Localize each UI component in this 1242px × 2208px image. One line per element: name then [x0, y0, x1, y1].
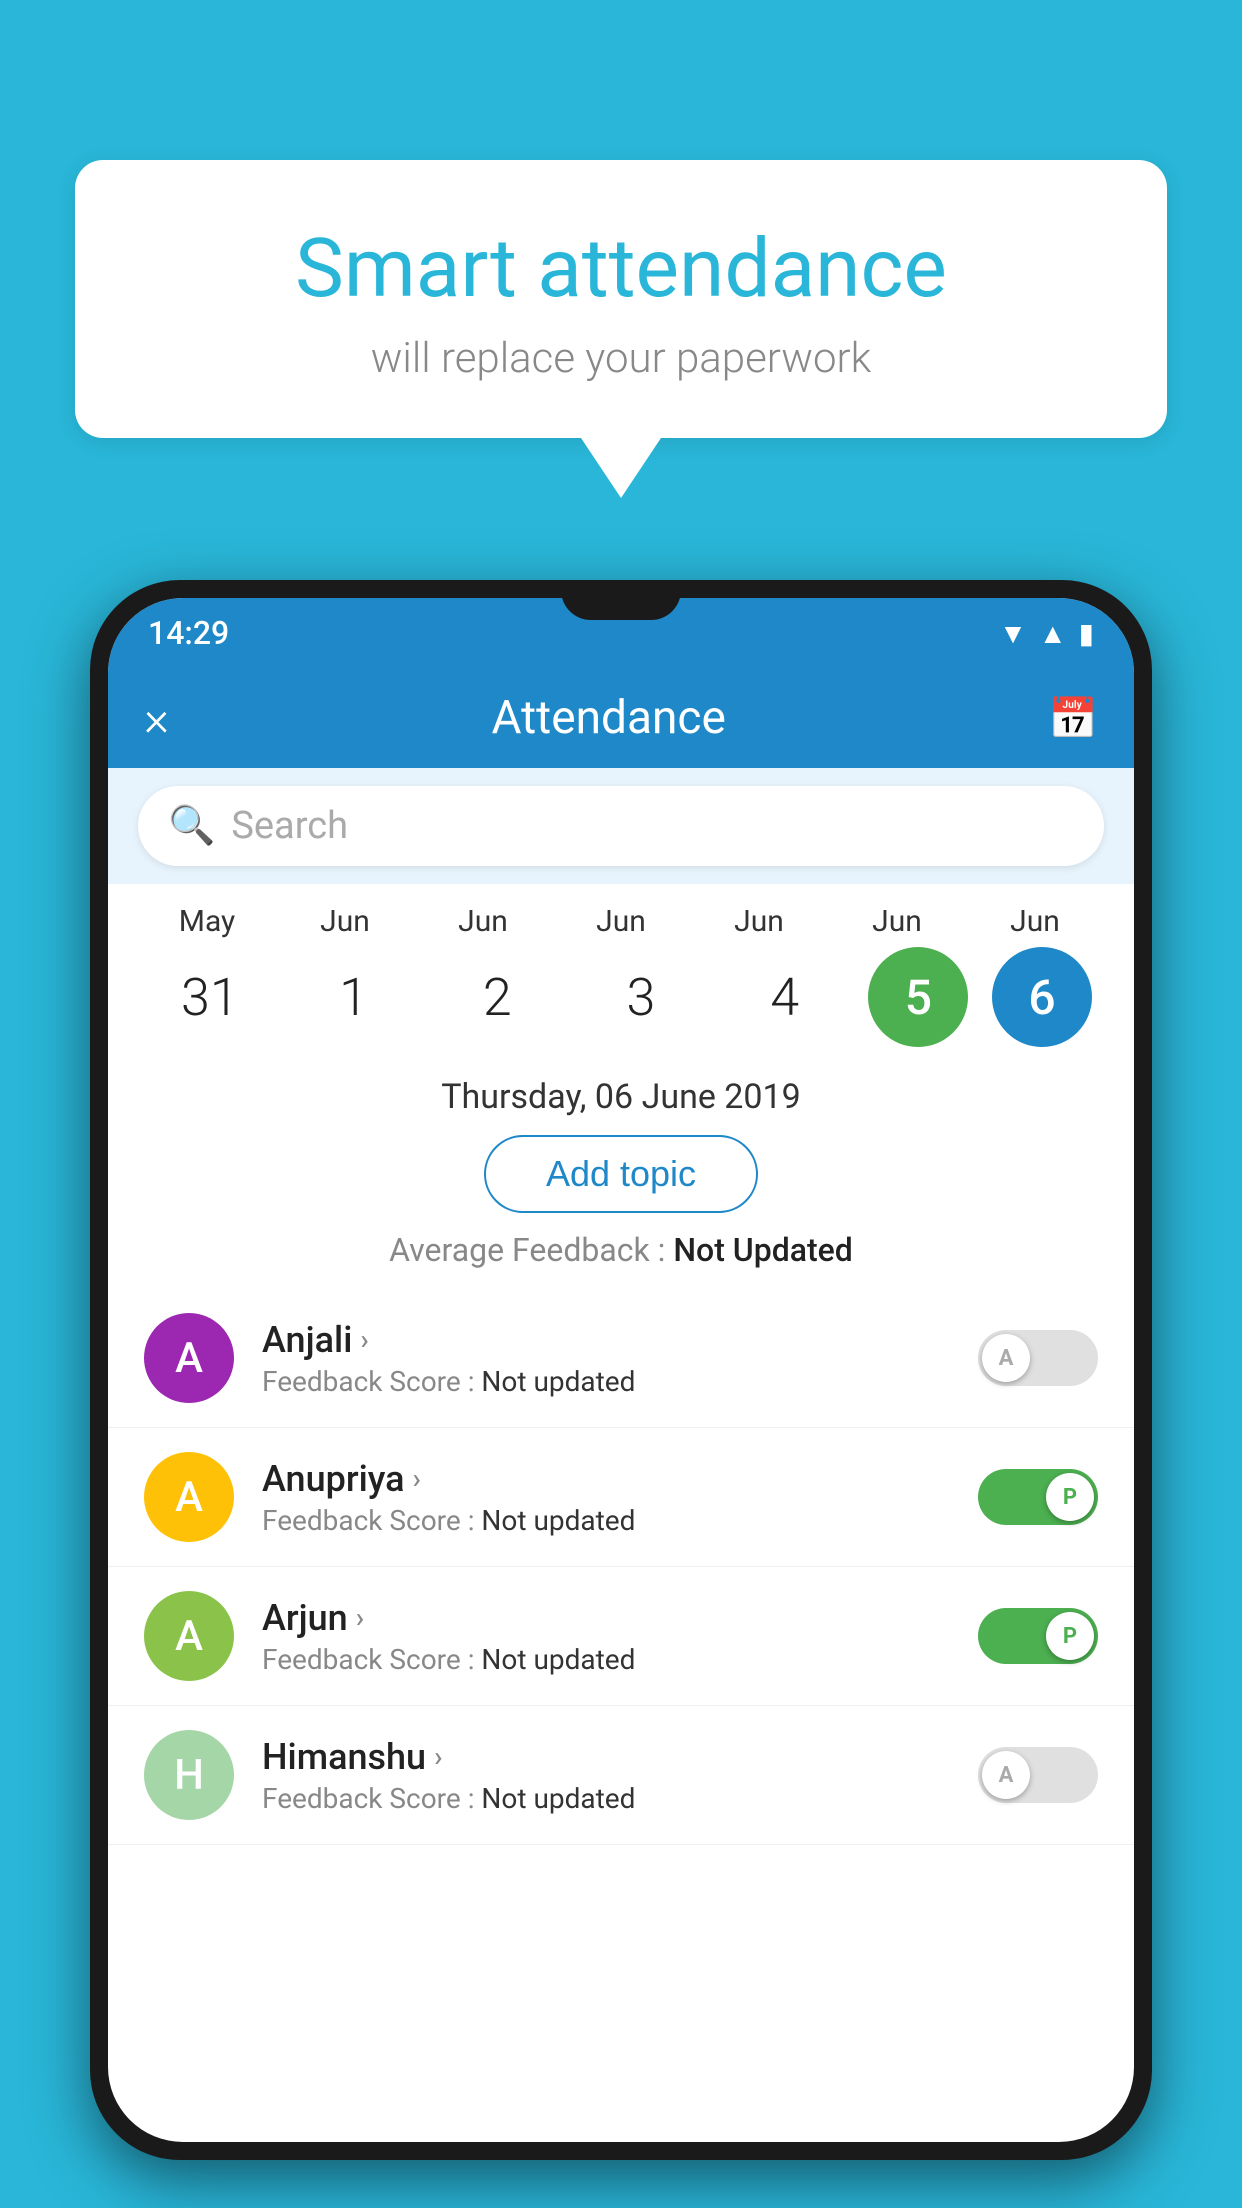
avg-feedback-value: Not Updated [673, 1231, 853, 1269]
chevron-icon-arjun: › [356, 1601, 364, 1634]
avatar-anjali: A [144, 1313, 234, 1403]
day-31[interactable]: 31 [150, 967, 270, 1028]
day-4[interactable]: 4 [725, 967, 845, 1028]
student-name-anjali: Anjali › [262, 1319, 950, 1361]
add-topic-button[interactable]: Add topic [484, 1135, 758, 1213]
status-time: 14:29 [148, 614, 229, 652]
search-bar[interactable]: 🔍 Search [138, 786, 1104, 866]
date-months-row: May Jun Jun Jun Jun Jun Jun [138, 904, 1104, 939]
student-item-arjun[interactable]: A Arjun › Feedback Score : Not updated P [108, 1567, 1134, 1706]
toggle-knob-arjun: P [1046, 1612, 1094, 1660]
student-name-arjun: Arjun › [262, 1597, 950, 1639]
student-info-anupriya: Anupriya › Feedback Score : Not updated [262, 1458, 950, 1537]
speech-bubble-title: Smart attendance [135, 220, 1107, 318]
chevron-icon-anupriya: › [413, 1462, 421, 1495]
signal-icon: ▲ [1039, 617, 1067, 650]
student-name-himanshu: Himanshu › [262, 1736, 950, 1778]
toggle-knob-himanshu: A [982, 1751, 1030, 1799]
toggle-arjun[interactable]: P [978, 1608, 1098, 1664]
date-strip: May Jun Jun Jun Jun Jun Jun 31 1 2 3 4 5… [108, 884, 1134, 1057]
app-bar: × Attendance 📅 [108, 668, 1134, 768]
speech-bubble-section: Smart attendance will replace your paper… [75, 160, 1167, 498]
student-feedback-himanshu: Feedback Score : Not updated [262, 1782, 950, 1815]
student-item-himanshu[interactable]: H Himanshu › Feedback Score : Not update… [108, 1706, 1134, 1845]
month-3[interactable]: Jun [561, 904, 681, 939]
speech-bubble-arrow [581, 438, 661, 498]
toggle-anupriya[interactable]: P [978, 1469, 1098, 1525]
toggle-knob-anupriya: P [1046, 1473, 1094, 1521]
date-days-row: 31 1 2 3 4 5 6 [138, 947, 1104, 1047]
phone-notch [561, 580, 681, 620]
month-4[interactable]: Jun [699, 904, 819, 939]
app-bar-title: Attendance [169, 691, 1048, 745]
avatar-himanshu: H [144, 1730, 234, 1820]
student-info-anjali: Anjali › Feedback Score : Not updated [262, 1319, 950, 1398]
status-icons: ▼ ▲ ▮ [999, 617, 1094, 650]
month-2[interactable]: Jun [423, 904, 543, 939]
avg-feedback: Average Feedback : Not Updated [389, 1231, 853, 1269]
search-bar-wrapper: 🔍 Search [108, 768, 1134, 884]
student-info-himanshu: Himanshu › Feedback Score : Not updated [262, 1736, 950, 1815]
speech-bubble-subtitle: will replace your paperwork [135, 334, 1107, 383]
battery-icon: ▮ [1079, 617, 1094, 650]
chevron-icon-anjali: › [360, 1323, 368, 1356]
day-2[interactable]: 2 [437, 967, 557, 1028]
chevron-icon-himanshu: › [434, 1740, 442, 1773]
wifi-icon: ▼ [999, 617, 1027, 650]
student-list: A Anjali › Feedback Score : Not updated … [108, 1289, 1134, 2142]
close-button[interactable]: × [144, 690, 169, 747]
student-name-anupriya: Anupriya › [262, 1458, 950, 1500]
search-icon: 🔍 [168, 804, 215, 848]
toggle-anjali[interactable]: A [978, 1330, 1098, 1386]
student-feedback-anjali: Feedback Score : Not updated [262, 1365, 950, 1398]
phone-screen: 14:29 ▼ ▲ ▮ × Attendance 📅 🔍 Search [108, 598, 1134, 2142]
toggle-himanshu[interactable]: A [978, 1747, 1098, 1803]
student-feedback-arjun: Feedback Score : Not updated [262, 1643, 950, 1676]
student-info-arjun: Arjun › Feedback Score : Not updated [262, 1597, 950, 1676]
toggle-knob-anjali: A [982, 1334, 1030, 1382]
phone-device: 14:29 ▼ ▲ ▮ × Attendance 📅 🔍 Search [90, 580, 1152, 2208]
selected-date-label: Thursday, 06 June 2019 [441, 1077, 801, 1117]
month-5[interactable]: Jun [837, 904, 957, 939]
day-6-selected[interactable]: 6 [992, 947, 1092, 1047]
search-input-label: Search [231, 804, 348, 848]
student-item-anupriya[interactable]: A Anupriya › Feedback Score : Not update… [108, 1428, 1134, 1567]
speech-bubble: Smart attendance will replace your paper… [75, 160, 1167, 438]
avatar-arjun: A [144, 1591, 234, 1681]
month-1[interactable]: Jun [285, 904, 405, 939]
avg-feedback-label: Average Feedback : [389, 1231, 673, 1269]
month-6[interactable]: Jun [975, 904, 1095, 939]
phone-outer: 14:29 ▼ ▲ ▮ × Attendance 📅 🔍 Search [90, 580, 1152, 2160]
calendar-icon[interactable]: 📅 [1048, 695, 1098, 742]
student-item-anjali[interactable]: A Anjali › Feedback Score : Not updated … [108, 1289, 1134, 1428]
selected-date-section: Thursday, 06 June 2019 Add topic Average… [108, 1057, 1134, 1289]
day-1[interactable]: 1 [294, 967, 414, 1028]
day-3[interactable]: 3 [581, 967, 701, 1028]
student-feedback-anupriya: Feedback Score : Not updated [262, 1504, 950, 1537]
avatar-anupriya: A [144, 1452, 234, 1542]
day-5-today[interactable]: 5 [868, 947, 968, 1047]
month-0[interactable]: May [147, 904, 267, 939]
